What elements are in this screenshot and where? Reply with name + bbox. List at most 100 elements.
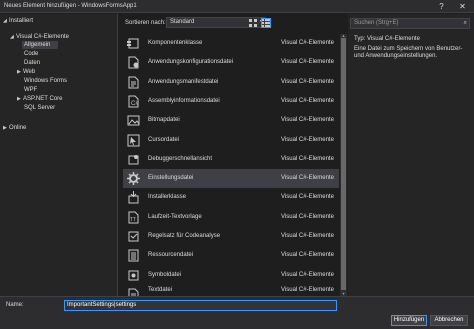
runtime-template-icon: TT — [128, 211, 139, 224]
window-title: Neues Element hinzufügen - WindowsFormsA… — [4, 3, 137, 9]
sort-value: Standard — [170, 19, 195, 25]
cursor-icon — [127, 134, 140, 146]
list-item[interactable]: C# Assemblyinformationsdatei Visual C#-E… — [123, 92, 339, 111]
app-config-icon — [128, 56, 139, 69]
ruleset-icon — [128, 231, 139, 242]
debugger-visualizer-icon — [128, 154, 139, 165]
list-item-selected[interactable]: Einstellungsdatei Visual C#-Elemente — [123, 169, 339, 189]
list-item[interactable]: TT Laufzeit-Textvorlage Visual C#-Elemen… — [123, 208, 339, 227]
item-category: Visual C#-Elemente — [281, 78, 334, 85]
list-item[interactable]: Textdatei Visual C#-Elemente — [123, 285, 339, 296]
item-name: Regelsatz für Codeanalyse — [148, 233, 221, 239]
name-field[interactable]: ImportantSettings|settings — [64, 300, 337, 311]
tree-label: WPF — [24, 87, 38, 93]
assembly-info-icon: C# — [128, 95, 139, 108]
tree-item-sql-server[interactable]: SQL Server — [24, 104, 55, 112]
list-item[interactable]: Regelsatz für Codeanalyse Visual C#-Elem… — [123, 227, 339, 246]
item-name: Installerklasse — [148, 194, 187, 201]
tree-label: Windows Forms — [24, 78, 68, 84]
toolbar: Sortieren nach: Standard ▾ — [119, 14, 355, 34]
tree-item-web[interactable]: ▶ Web — [17, 68, 35, 76]
item-category: Visual C#-Elemente — [281, 40, 334, 46]
list-item[interactable]: Debuggerschnellansicht Visual C#-Element… — [123, 150, 339, 169]
tree-label: SQL Server — [24, 105, 56, 111]
details-pane: Suchen (Strg+E) ⌕ Typ: Visual C#-Element… — [348, 14, 474, 296]
settings-gear-icon — [127, 172, 140, 186]
scrollbar-thumb[interactable] — [341, 38, 346, 290]
list-scrollbar[interactable]: ▲ ▼ — [340, 34, 347, 296]
list-item[interactable]: Komponentenklasse Visual C#-Elemente — [123, 34, 339, 53]
item-name: Cursordatei — [148, 136, 180, 143]
item-name: Debuggerschnellansicht — [148, 155, 213, 162]
item-type: Typ: Visual C#-Elemente — [354, 36, 420, 42]
tree-label: Visual C#-Elemente — [16, 34, 69, 40]
tree-item-code[interactable]: Code — [24, 50, 38, 58]
tree-label: ASP.NET Core — [23, 96, 63, 102]
component-class-icon — [127, 38, 139, 49]
item-name: Ressourcendatei — [148, 252, 194, 259]
list-item[interactable]: Symboldatei Visual C#-Elemente — [123, 266, 339, 285]
item-name: Anwendungsmanifestdatei — [148, 78, 219, 85]
item-category: Visual C#-Elemente — [281, 213, 334, 220]
grid-view-button[interactable] — [248, 18, 258, 28]
tree-item-daten[interactable]: Daten — [24, 59, 40, 67]
list-item[interactable]: Bitmapdatei Visual C#-Elemente — [123, 111, 339, 130]
help-button[interactable]: ? — [436, 1, 447, 12]
tree-item-allgemein[interactable]: Allgemein — [22, 41, 58, 49]
template-tree: ◢ Installiert ◢ Visual C#-Elemente Allgeme… — [0, 14, 118, 296]
list-view-button[interactable] — [261, 18, 271, 28]
bitmap-icon — [127, 115, 140, 126]
item-name: Assemblyinformationsdatei — [148, 97, 220, 104]
tree-item-visual-cs[interactable]: ◢ Visual C#-Elemente — [10, 33, 69, 41]
list-view-icon — [262, 19, 270, 27]
template-list: Komponentenklasse Visual C#-Elemente Anw… — [123, 34, 339, 296]
tree-item-aspnet-core[interactable]: ▶ ASP.NET Core — [17, 95, 62, 103]
item-name: Bitmapdatei — [148, 117, 180, 124]
resource-file-icon — [128, 249, 139, 262]
search-icon[interactable]: ⌕ — [464, 19, 467, 28]
item-category: Visual C#-Elemente — [281, 97, 334, 104]
search-placeholder: Suchen (Strg+E) — [354, 20, 399, 26]
list-item[interactable]: Cursordatei Visual C#-Elemente — [123, 131, 339, 150]
list-item[interactable]: Installerklasse Visual C#-Elemente — [123, 188, 339, 207]
item-name: Textdatei — [148, 286, 173, 293]
list-item[interactable]: Ressourcendatei Visual C#-Elemente — [123, 246, 339, 265]
name-label: Name: — [6, 302, 24, 308]
svg-text:C#: C# — [131, 101, 139, 107]
list-item[interactable]: Anwendungskonfigurationsdatei Visual C#-… — [123, 53, 339, 72]
item-description: Eine Datei zum Speichern von Benutzer- u… — [354, 46, 463, 59]
icon-file-icon — [128, 270, 139, 281]
add-button[interactable]: Hinzufügen — [391, 315, 427, 326]
tree-item-installed[interactable]: ◢ Installiert — [3, 17, 33, 25]
tree-item-windows-forms[interactable]: Windows Forms — [24, 77, 67, 85]
title-bar: Neues Element hinzufügen - WindowsFormsA… — [0, 0, 474, 13]
cancel-button[interactable]: Abbrechen — [430, 315, 468, 326]
item-name: Anwendungskonfigurationsdatei — [148, 59, 234, 66]
item-category: Visual C#-Elemente — [281, 271, 334, 278]
sort-label: Sortieren nach: — [125, 20, 166, 26]
tree-label: Online — [9, 125, 27, 131]
tree-label: Daten — [24, 60, 41, 66]
list-item[interactable]: Anwendungsmanifestdatei Visual C#-Elemen… — [123, 73, 339, 92]
installer-class-icon — [128, 191, 139, 204]
tree-item-wpf[interactable]: WPF — [24, 86, 37, 94]
item-name: Laufzeit-Textvorlage — [148, 213, 202, 220]
tree-label: Code — [24, 51, 39, 57]
text-file-icon — [128, 288, 139, 296]
item-category: Visual C#-Elemente — [281, 252, 334, 259]
item-category: Visual C#-Elemente — [281, 233, 334, 239]
svg-text:TT: TT — [130, 217, 136, 223]
item-category: Visual C#-Elemente — [281, 175, 334, 182]
tree-label: Allgemein — [24, 42, 51, 48]
close-button[interactable]: ✕ — [457, 1, 468, 12]
item-category: Visual C#-Elemente — [281, 286, 334, 293]
item-name: Komponentenklasse — [148, 40, 203, 46]
tree-item-online[interactable]: ▶ Online — [3, 124, 26, 132]
item-category: Visual C#-Elemente — [281, 59, 334, 66]
item-name: Einstellungsdatei — [148, 175, 194, 182]
tree-label: Installiert — [9, 18, 34, 24]
bottom-bar: Name: ImportantSettings|settings Hinzufü… — [0, 296, 474, 329]
item-category: Visual C#-Elemente — [281, 117, 334, 124]
search-input[interactable]: Suchen (Strg+E) ⌕ — [350, 18, 470, 29]
item-category: Visual C#-Elemente — [281, 194, 334, 201]
